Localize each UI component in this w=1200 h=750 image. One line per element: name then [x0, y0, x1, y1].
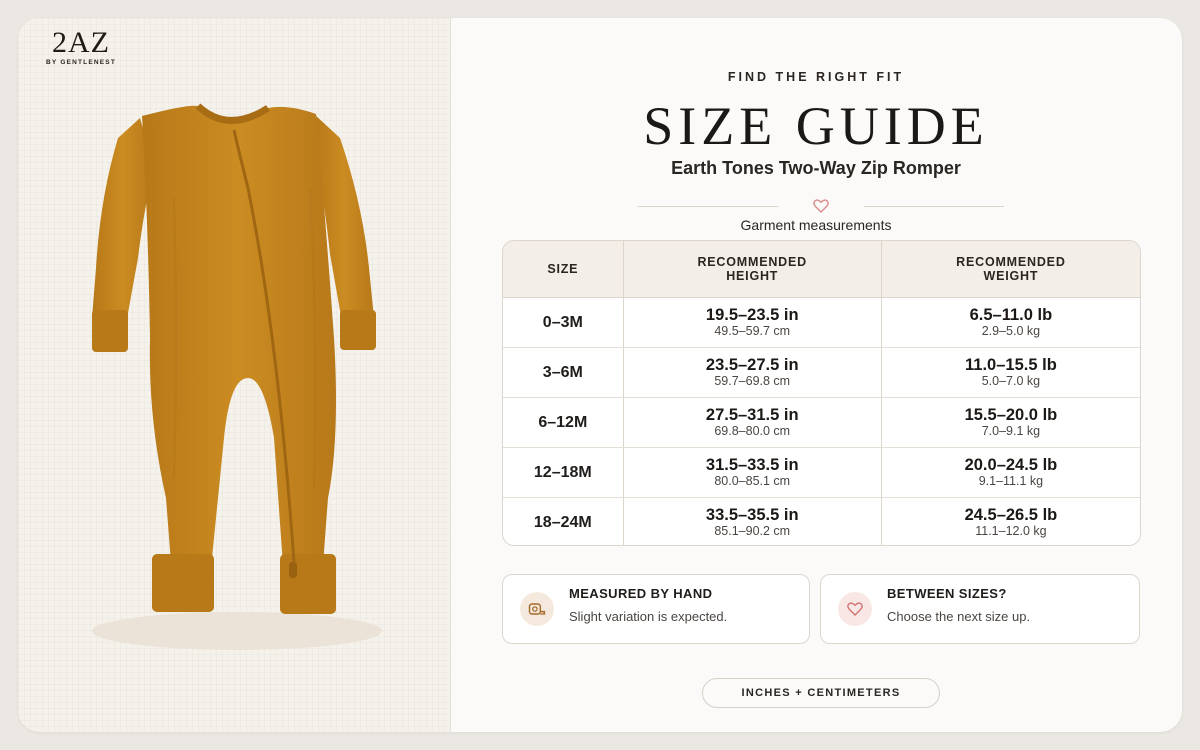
column-header-weight: RECOMMENDED WEIGHT — [956, 255, 1066, 283]
height-in: 19.5–23.5 in — [705, 306, 799, 324]
size-guide-panel: FIND THE RIGHT FIT SIZE GUIDE Earth Tone… — [450, 18, 1182, 732]
size-label: 18–24M — [533, 513, 592, 531]
weight-lb: 20.0–24.5 lb — [964, 456, 1058, 474]
size-label: 0–3M — [542, 313, 583, 331]
size-label: 3–6M — [542, 363, 583, 381]
table-header: SIZE RECOMMENDED HEIGHT RECOMMENDED WEIGHT — [503, 241, 1140, 298]
brand-logo: 2AZ BY GENTLENEST — [46, 26, 117, 67]
height-in: 33.5–35.5 in — [705, 506, 799, 524]
romper-image — [92, 103, 376, 614]
height-in: 27.5–31.5 in — [705, 406, 799, 424]
note-text: Choose the next size up. — [887, 609, 1031, 624]
height-in: 23.5–27.5 in — [705, 356, 799, 374]
height-in: 31.5–33.5 in — [705, 456, 799, 474]
height-cm: 69.8–80.0 cm — [714, 424, 791, 438]
table-row: 3–6M 23.5–27.5 in 59.7–69.8 cm 11.0–15.5 … — [503, 348, 1140, 398]
note-text: Slight variation is expected. — [569, 609, 728, 624]
weight-lb: 15.5–20.0 lb — [964, 406, 1058, 424]
size-guide-card: 2AZ BY GENTLENEST FIND THE RIGHT FIT SIZ… — [18, 18, 1182, 732]
size-label: 12–18M — [533, 463, 592, 481]
units-toggle-button[interactable]: INCHES + CENTIMETERS — [702, 678, 940, 708]
column-header-height: RECOMMENDED HEIGHT — [624, 241, 882, 297]
weight-kg: 5.0–7.0 kg — [981, 374, 1041, 388]
size-label: 6–12M — [538, 413, 588, 431]
note-title: BETWEEN SIZES? — [887, 586, 1007, 601]
table-row: 6–12M 27.5–31.5 in 69.8–80.0 cm 15.5–20.0… — [503, 398, 1140, 448]
weight-lb: 24.5–26.5 lb — [964, 506, 1058, 524]
weight-lb: 11.0–15.5 lb — [965, 356, 1057, 374]
heart-icon — [838, 592, 872, 626]
note-measured-by-hand: MEASURED BY HAND Slight variation is exp… — [502, 574, 810, 644]
height-cm: 80.0–85.1 cm — [714, 474, 791, 488]
column-header-size: SIZE — [503, 241, 624, 297]
table-row: 0–3M 19.5–23.5 in 49.5–59.7 cm 6.5–11.0 l… — [503, 298, 1140, 348]
height-cm: 85.1–90.2 cm — [714, 524, 791, 538]
note-between-sizes: BETWEEN SIZES? Choose the next size up. — [820, 574, 1140, 644]
weight-kg: 2.9–5.0 kg — [981, 324, 1041, 338]
height-cm: 59.7–69.8 cm — [714, 374, 791, 388]
weight-kg: 11.1–12.0 kg — [975, 524, 1047, 538]
divider-right — [864, 206, 1004, 207]
tape-measure-icon — [520, 592, 554, 626]
eyebrow-text: FIND THE RIGHT FIT — [727, 70, 905, 84]
product-image-panel: 2AZ BY GENTLENEST — [18, 18, 451, 732]
brand-tagline: BY GENTLENEST — [46, 59, 117, 66]
divider-left — [638, 206, 778, 207]
table-row: 12–18M 31.5–33.5 in 80.0–85.1 cm 20.0–24.… — [503, 448, 1140, 498]
brand-name: 2AZ — [52, 26, 110, 59]
table-row: 18–24M 33.5–35.5 in 85.1–90.2 cm 24.5–26.… — [503, 498, 1140, 545]
note-title: MEASURED BY HAND — [569, 586, 713, 601]
size-table: SIZE RECOMMENDED HEIGHT RECOMMENDED WEIGHT… — [502, 240, 1141, 546]
weight-lb: 6.5–11.0 lb — [969, 306, 1053, 324]
product-name: Earth Tones Two-Way Zip Romper — [671, 158, 961, 178]
table-caption: Garment measurements — [740, 217, 892, 233]
height-cm: 49.5–59.7 cm — [714, 324, 791, 338]
weight-kg: 7.0–9.1 kg — [981, 424, 1041, 438]
heart-icon — [813, 199, 829, 213]
weight-kg: 9.1–11.1 kg — [978, 474, 1044, 488]
page-title: SIZE GUIDE — [643, 96, 989, 156]
